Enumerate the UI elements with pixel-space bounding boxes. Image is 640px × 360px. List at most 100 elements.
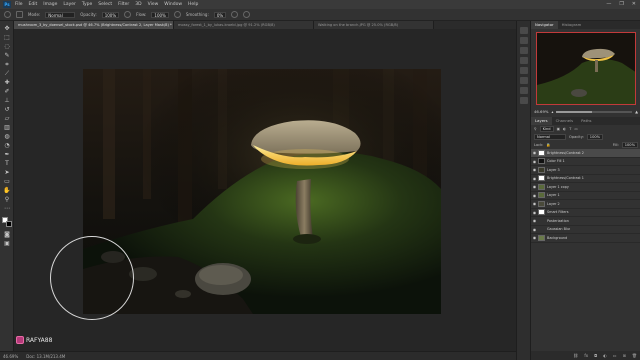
menu-filter[interactable]: Filter — [118, 2, 129, 7]
menu-help[interactable]: Help — [188, 2, 198, 7]
brush-settings-icon[interactable] — [16, 11, 23, 18]
layer-row[interactable]: ◉ Layer 1 — [531, 192, 640, 200]
pressure-size-icon[interactable] — [243, 11, 251, 18]
clone-stamp-tool-icon[interactable]: ⊥ — [3, 97, 11, 104]
minimize-icon[interactable]: — — [606, 1, 611, 7]
type-tool-icon[interactable]: T — [3, 160, 11, 167]
visibility-eye-icon[interactable]: ◉ — [531, 167, 538, 172]
quick-mask-icon[interactable]: ◙ — [3, 231, 11, 238]
navigator-preview[interactable] — [536, 32, 636, 105]
layer-row[interactable]: ◉ Color Fill 1 — [531, 158, 640, 166]
layer-row[interactable]: ◉ Gaussian Blur — [531, 226, 640, 234]
zoom-out-icon[interactable]: ▴ — [551, 109, 553, 114]
visibility-eye-icon[interactable]: ◉ — [531, 193, 538, 198]
layer-style-icon[interactable]: fx — [584, 353, 588, 358]
tab-document-2[interactable]: mossy_forest_1_by_lukas-kroebl.jpg @ 91.… — [174, 21, 314, 29]
layer-opacity-field[interactable]: 100% — [586, 134, 604, 140]
layer-thumbnail[interactable] — [538, 192, 545, 199]
flow-field[interactable]: 100% — [151, 11, 169, 18]
lock-icon[interactable]: 🔒 — [546, 143, 550, 147]
swatches-panel-icon[interactable] — [520, 67, 528, 74]
history-brush-tool-icon[interactable]: ↺ — [3, 106, 11, 113]
screen-mode-icon[interactable]: ▣ — [3, 240, 11, 247]
navigator-zoom-value[interactable]: 46.69% — [534, 109, 548, 114]
airbrush-icon[interactable] — [173, 11, 181, 18]
brushes-panel-icon[interactable] — [520, 77, 528, 84]
document-canvas[interactable] — [83, 69, 441, 314]
history-panel-icon[interactable] — [520, 27, 528, 34]
visibility-eye-icon[interactable]: ◉ — [531, 176, 538, 181]
tab-navigator[interactable]: Navigator — [531, 21, 558, 29]
layer-row[interactable]: ◉ Brightness/Contrast 1 — [531, 175, 640, 183]
lasso-tool-icon[interactable]: ◌ — [3, 43, 11, 50]
menu-edit[interactable]: Edit — [29, 2, 38, 7]
layer-thumbnail[interactable] — [538, 209, 545, 216]
filter-shape-icon[interactable]: ▭ — [574, 127, 577, 131]
character-panel-icon[interactable] — [520, 97, 528, 104]
hand-tool-icon[interactable]: ✋ — [3, 187, 11, 194]
zoom-in-icon[interactable]: ▲ — [635, 109, 638, 114]
move-tool-icon[interactable]: ✥ — [3, 25, 11, 32]
filter-type-icon[interactable]: T — [569, 127, 571, 131]
layer-fill-field[interactable]: 100% — [621, 142, 638, 148]
layer-row[interactable]: ◉ Layer 1 copy — [531, 183, 640, 192]
smoothing-settings-icon[interactable] — [231, 11, 239, 18]
menu-type[interactable]: Type — [82, 2, 92, 7]
blend-mode-select[interactable]: Normal — [534, 134, 566, 140]
layer-row[interactable]: ◉ Layer 2 — [531, 200, 640, 209]
eraser-tool-icon[interactable]: ▱ — [3, 115, 11, 122]
layer-row[interactable]: ◉ Background — [531, 234, 640, 243]
menu-image[interactable]: Image — [43, 2, 57, 7]
restore-icon[interactable]: ❐ — [619, 1, 623, 7]
paragraph-panel-icon[interactable] — [520, 87, 528, 94]
gradient-tool-icon[interactable]: ▥ — [3, 124, 11, 131]
background-color-swatch[interactable] — [6, 221, 12, 227]
tab-histogram[interactable]: Histogram — [558, 21, 586, 29]
menu-select[interactable]: Select — [98, 2, 112, 7]
filter-pixel-icon[interactable]: ▣ — [557, 127, 560, 131]
brush-tool-icon[interactable]: ✐ — [3, 88, 11, 95]
menu-window[interactable]: Window — [164, 2, 182, 7]
styles-panel-icon[interactable] — [520, 57, 528, 64]
eyedropper-tool-icon[interactable]: ⟋ — [3, 70, 11, 77]
dodge-tool-icon[interactable]: ◔ — [3, 142, 11, 149]
pressure-opacity-icon[interactable] — [124, 11, 132, 18]
more-tools-icon[interactable]: ⋯ — [3, 205, 11, 212]
visibility-eye-icon[interactable]: ◉ — [531, 210, 538, 215]
opacity-field[interactable]: 100% — [101, 11, 120, 18]
visibility-eye-icon[interactable]: ◉ — [531, 235, 538, 240]
canvas-area[interactable]: RAFYA88 — [14, 29, 516, 351]
add-mask-icon[interactable]: ◘ — [594, 353, 597, 358]
mode-select[interactable]: Normal — [45, 11, 76, 18]
zoom-tool-icon[interactable]: ⚲ — [3, 196, 11, 203]
visibility-eye-icon[interactable]: ◉ — [531, 184, 538, 189]
close-icon[interactable]: ✕ — [632, 1, 636, 7]
layer-thumbnail[interactable] — [538, 234, 545, 241]
tab-layers[interactable]: Layers — [531, 117, 552, 125]
layer-thumbnail[interactable] — [538, 158, 545, 165]
link-layers-icon[interactable]: ⛓ — [573, 353, 578, 358]
menu-view[interactable]: View — [148, 2, 159, 7]
visibility-eye-icon[interactable]: ◉ — [531, 159, 538, 164]
zoom-slider[interactable] — [556, 110, 633, 113]
healing-brush-tool-icon[interactable]: ✚ — [3, 79, 11, 86]
layer-thumbnail[interactable] — [538, 166, 545, 173]
tab-paths[interactable]: Paths — [577, 117, 595, 125]
menu-layer[interactable]: Layer — [63, 2, 76, 7]
layer-row[interactable]: ◉ Smart Filters — [531, 209, 640, 217]
brush-preset-icon[interactable] — [4, 11, 11, 18]
new-layer-icon[interactable]: ⊞ — [623, 353, 626, 358]
layer-thumbnail[interactable] — [538, 200, 545, 207]
visibility-eye-icon[interactable]: ◉ — [531, 218, 538, 223]
smoothing-field[interactable]: 0% — [213, 11, 227, 18]
marquee-tool-icon[interactable]: ⬚ — [3, 34, 11, 41]
adjustment-layer-icon[interactable]: ◐ — [603, 353, 607, 358]
new-group-icon[interactable]: ▭ — [613, 353, 617, 358]
layer-thumbnail[interactable] — [538, 175, 545, 182]
layer-row[interactable]: ◉ Layer 3 — [531, 166, 640, 175]
delete-layer-icon[interactable]: 🗑 — [632, 353, 637, 358]
tab-document-1[interactable]: mushroom_3_by_doensel_stock.psd @ 46.7% … — [14, 21, 174, 29]
filter-adjust-icon[interactable]: ◐ — [563, 127, 566, 131]
path-select-tool-icon[interactable]: ➤ — [3, 169, 11, 176]
visibility-eye-icon[interactable]: ◉ — [531, 201, 538, 206]
